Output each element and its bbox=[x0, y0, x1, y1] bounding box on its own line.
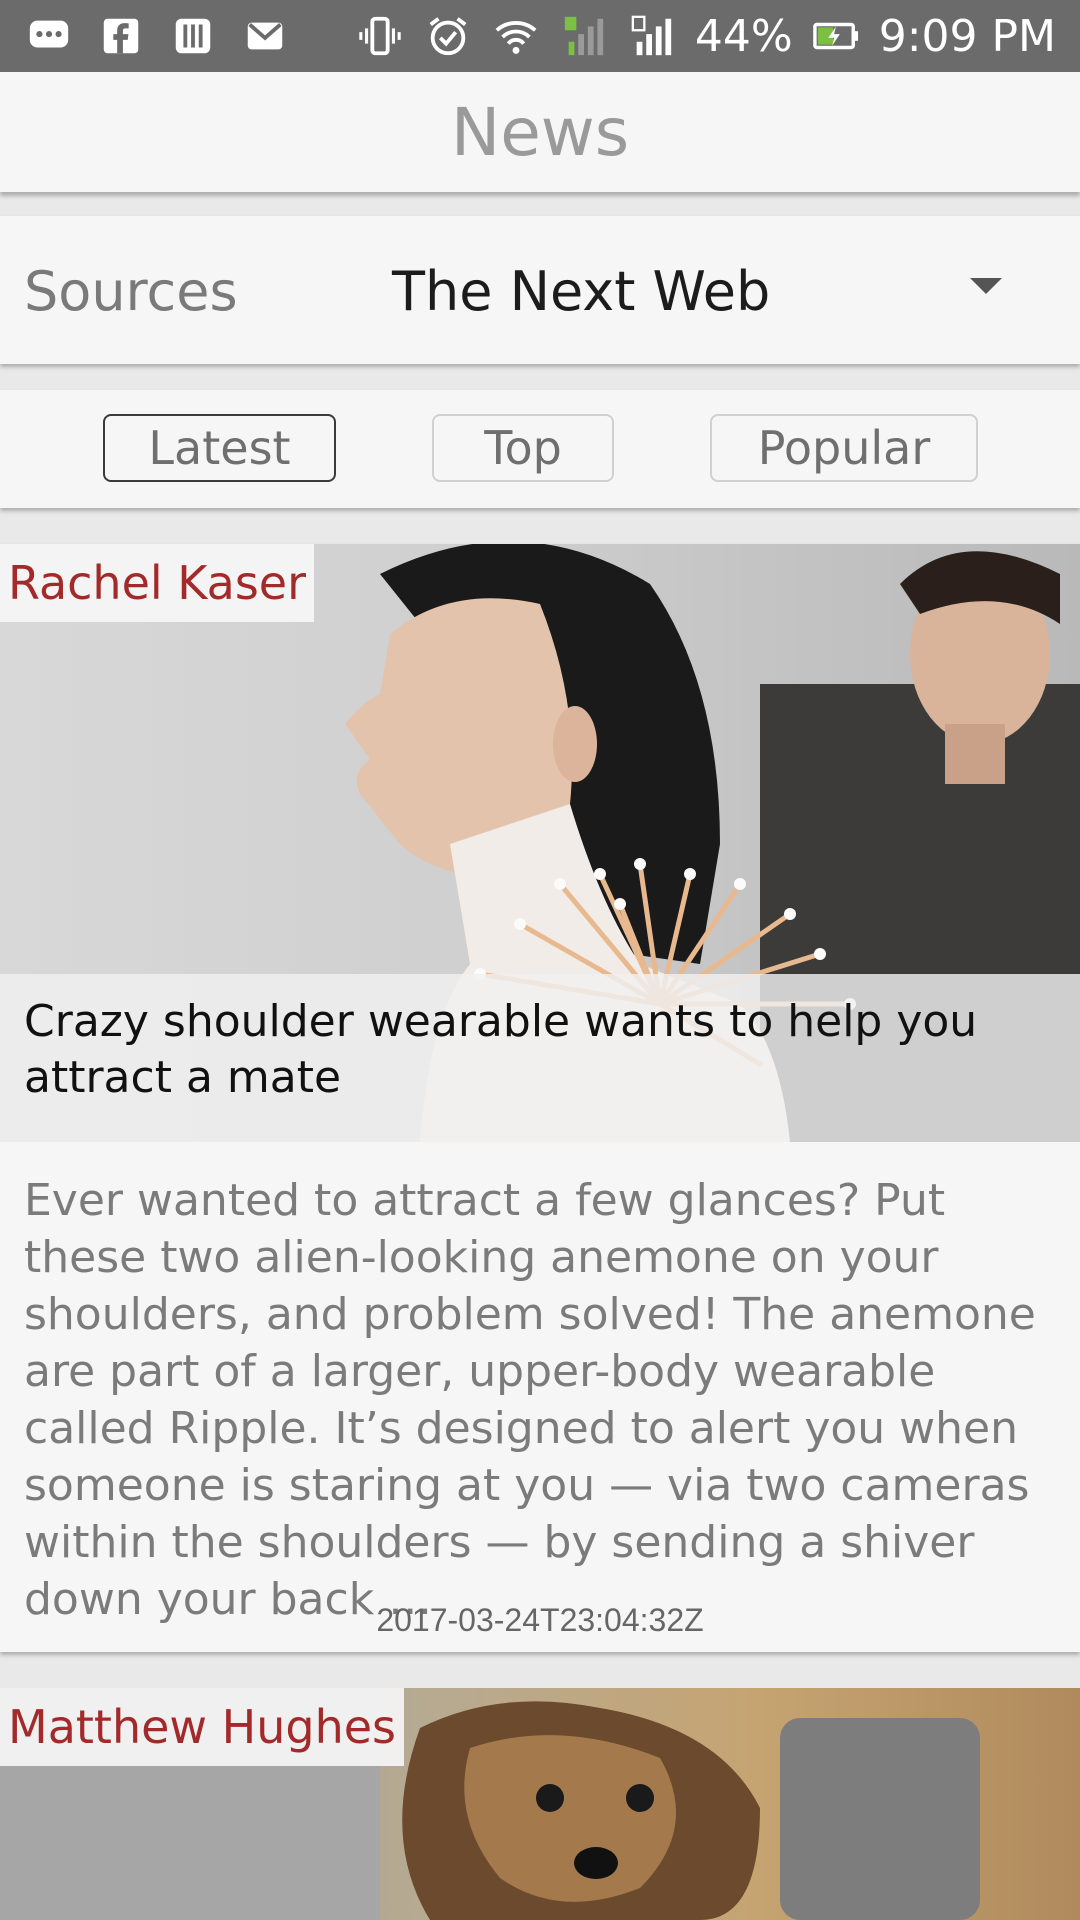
wifi-icon bbox=[491, 14, 541, 58]
article-author: Matthew Hughes bbox=[0, 1688, 405, 1766]
tab-popular[interactable]: Popular bbox=[710, 414, 978, 482]
status-bar: 44% 9:09 PM bbox=[0, 0, 1080, 72]
dropdown-arrow-icon bbox=[970, 278, 1002, 294]
article-summary: Ever wanted to attract a few glances? Pu… bbox=[24, 1175, 1036, 1625]
clock: 9:09 PM bbox=[878, 10, 1056, 62]
sources-selected-value: The Next Web bbox=[392, 259, 771, 323]
facebook-icon bbox=[96, 14, 146, 58]
tab-latest[interactable]: Latest bbox=[103, 414, 336, 482]
article-author: Rachel Kaser bbox=[0, 544, 315, 622]
vibrate-icon bbox=[355, 14, 405, 58]
message-icon bbox=[24, 14, 74, 58]
article-card[interactable]: Matthew Hughes bbox=[0, 1688, 1080, 1920]
sources-dropdown[interactable]: The Next Web bbox=[392, 256, 1012, 326]
article-card[interactable]: Rachel Kaser Crazy shoulder wearable wan… bbox=[0, 544, 1080, 1652]
alarm-icon bbox=[423, 14, 473, 58]
article-date: 2017-03-24T23:04:32Z bbox=[376, 1602, 704, 1638]
page-title: News bbox=[450, 93, 630, 171]
article-image[interactable]: Rachel Kaser Crazy shoulder wearable wan… bbox=[0, 544, 1080, 1142]
gmail-icon bbox=[240, 14, 290, 58]
signal-sim1-icon bbox=[559, 14, 609, 58]
app-bar: News bbox=[0, 72, 1080, 192]
app-icon bbox=[168, 14, 218, 58]
tab-bar: Latest Top Popular bbox=[0, 390, 1080, 508]
sources-label: Sources bbox=[24, 260, 238, 323]
battery-percent: 44% bbox=[694, 10, 793, 62]
sources-card: Sources The Next Web bbox=[0, 216, 1080, 364]
title-overlay: Crazy shoulder wearable wants to help yo… bbox=[0, 974, 1080, 1142]
battery-charging-icon bbox=[811, 14, 861, 58]
tab-top[interactable]: Top bbox=[432, 414, 614, 482]
signal-sim2-icon bbox=[627, 14, 677, 58]
article-title[interactable]: Crazy shoulder wearable wants to help yo… bbox=[24, 994, 1056, 1106]
